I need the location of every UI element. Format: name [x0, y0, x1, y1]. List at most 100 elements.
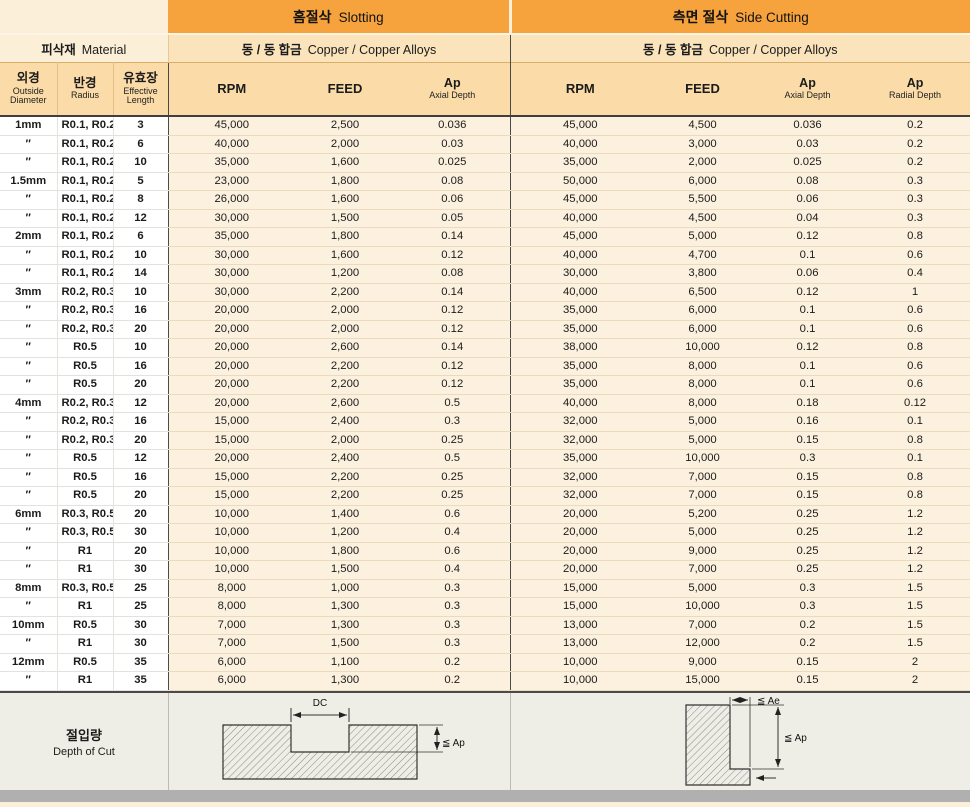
cell-slot-ap: 0.03 — [395, 135, 510, 154]
cell-side-feed: 5,200 — [650, 505, 755, 524]
cell-side-ae: 0.1 — [860, 450, 970, 469]
column-header-side-ae: Ap Radial Depth — [860, 62, 970, 116]
slot-profile-diagram: DC ≦ Ap — [205, 695, 475, 787]
cell-side-ap: 0.1 — [755, 357, 860, 376]
table-row: 3mmR0.2, R0.31030,0002,2000.1440,0006,50… — [0, 283, 970, 302]
cell-side-ap: 0.15 — [755, 672, 860, 691]
cell-slot-rpm: 20,000 — [168, 376, 295, 395]
cell-length: 30 — [113, 561, 168, 580]
cell-slot-rpm: 45,000 — [168, 116, 295, 135]
cell-slot-rpm: 35,000 — [168, 154, 295, 173]
cell-slot-feed: 1,800 — [295, 228, 395, 247]
cell-length: 30 — [113, 635, 168, 654]
cell-slot-rpm: 10,000 — [168, 542, 295, 561]
slot-ap-label: Ap — [395, 76, 510, 90]
cell-side-feed: 10,000 — [650, 339, 755, 358]
cell-length: 10 — [113, 339, 168, 358]
material-slotting-cell: 동 / 동 합금Copper / Copper Alloys — [168, 34, 510, 62]
cell-side-ae: 1.5 — [860, 635, 970, 654]
slot-feed-label: FEED — [295, 81, 395, 96]
cell-side-ap: 0.25 — [755, 561, 860, 580]
cell-side-ae: 0.8 — [860, 468, 970, 487]
column-header-slot-rpm: RPM — [168, 62, 295, 116]
depth-of-cut-label-ko: 절입량 — [66, 725, 102, 744]
cell-od: 6mm — [0, 505, 57, 524]
cell-slot-rpm: 6,000 — [168, 653, 295, 672]
cell-length: 6 — [113, 228, 168, 247]
cell-side-feed: 7,000 — [650, 616, 755, 635]
table-row: ″R13010,0001,5000.420,0007,0000.251.2 — [0, 561, 970, 580]
cell-side-rpm: 20,000 — [510, 505, 650, 524]
cell-radius: R0.3, R0.5 — [57, 505, 113, 524]
cell-length: 20 — [113, 487, 168, 506]
cell-od: 4mm — [0, 394, 57, 413]
cell-slot-feed: 2,000 — [295, 320, 395, 339]
cell-slot-feed: 1,300 — [295, 672, 395, 691]
cell-side-ae: 0.1 — [860, 413, 970, 432]
cell-slot-feed: 1,800 — [295, 542, 395, 561]
cell-side-feed: 7,000 — [650, 487, 755, 506]
cell-slot-rpm: 20,000 — [168, 320, 295, 339]
cell-slot-rpm: 8,000 — [168, 579, 295, 598]
cell-length: 5 — [113, 172, 168, 191]
cell-side-rpm: 13,000 — [510, 616, 650, 635]
cell-slot-ap: 0.3 — [395, 579, 510, 598]
table-row: ″R0.1, R0.2826,0001,6000.0645,0005,5000.… — [0, 191, 970, 210]
slotting-diagram-cell: DC ≦ Ap — [168, 693, 510, 790]
table-row: ″R0.1, R0.21430,0001,2000.0830,0003,8000… — [0, 265, 970, 284]
cell-length: 25 — [113, 598, 168, 617]
material-row: 피삭재Material 동 / 동 합금Copper / Copper Allo… — [0, 34, 970, 62]
table-row: ″R0.3, R0.53010,0001,2000.420,0005,0000.… — [0, 524, 970, 543]
bottom-bar — [0, 790, 970, 802]
cell-slot-ap: 0.4 — [395, 561, 510, 580]
cell-slot-feed: 1,600 — [295, 154, 395, 173]
slotting-header-ko: 홈절삭 — [293, 9, 332, 25]
cell-slot-rpm: 15,000 — [168, 468, 295, 487]
cell-slot-rpm: 10,000 — [168, 524, 295, 543]
cutting-conditions-table: 홈절삭Slotting 측면 절삭Side Cutting 피삭재Materia… — [0, 0, 970, 691]
side-ap-sublabel: Axial Depth — [755, 91, 860, 101]
cell-length: 16 — [113, 468, 168, 487]
dc-label: DC — [312, 698, 326, 709]
table-row: ″R1307,0001,5000.313,00012,0000.21.5 — [0, 635, 970, 654]
cell-slot-ap: 0.3 — [395, 413, 510, 432]
cell-slot-ap: 0.14 — [395, 228, 510, 247]
column-header-od-en: Outside Diameter — [0, 87, 57, 107]
cell-side-ae: 1.2 — [860, 505, 970, 524]
cell-side-feed: 4,700 — [650, 246, 755, 265]
ae-dimension: ≦ Ae — [730, 696, 780, 767]
cell-length: 12 — [113, 450, 168, 469]
cell-side-rpm: 20,000 — [510, 561, 650, 580]
cell-side-ae: 0.2 — [860, 135, 970, 154]
cell-length: 30 — [113, 524, 168, 543]
cell-od: ″ — [0, 135, 57, 154]
cell-side-feed: 12,000 — [650, 635, 755, 654]
cell-length: 20 — [113, 431, 168, 450]
cell-side-ap: 0.06 — [755, 191, 860, 210]
cell-side-feed: 6,000 — [650, 320, 755, 339]
column-header-slot-ap: Ap Axial Depth — [395, 62, 510, 116]
cell-od: ″ — [0, 154, 57, 173]
cell-slot-rpm: 20,000 — [168, 450, 295, 469]
cell-radius: R0.5 — [57, 376, 113, 395]
cell-radius: R0.2, R0.3 — [57, 320, 113, 339]
table-row: ″R0.51620,0002,2000.1235,0008,0000.10.6 — [0, 357, 970, 376]
cell-side-rpm: 35,000 — [510, 450, 650, 469]
cell-slot-feed: 2,400 — [295, 413, 395, 432]
side-ap-dim-label: ≦ Ap — [784, 733, 807, 744]
cell-side-ap: 0.2 — [755, 616, 860, 635]
cell-side-ap: 0.16 — [755, 413, 860, 432]
cell-slot-ap: 0.14 — [395, 283, 510, 302]
cell-side-ae: 1 — [860, 283, 970, 302]
cell-length: 20 — [113, 505, 168, 524]
cell-slot-feed: 1,500 — [295, 561, 395, 580]
side-feed-label: FEED — [650, 81, 755, 96]
cell-side-rpm: 10,000 — [510, 672, 650, 691]
cell-slot-rpm: 26,000 — [168, 191, 295, 210]
catalog-page: 홈절삭Slotting 측면 절삭Side Cutting 피삭재Materia… — [0, 0, 970, 807]
cell-side-feed: 8,000 — [650, 394, 755, 413]
cell-radius: R0.2, R0.3 — [57, 283, 113, 302]
cell-side-rpm: 10,000 — [510, 653, 650, 672]
cell-slot-ap: 0.3 — [395, 598, 510, 617]
cell-radius: R0.1, R0.2 — [57, 246, 113, 265]
